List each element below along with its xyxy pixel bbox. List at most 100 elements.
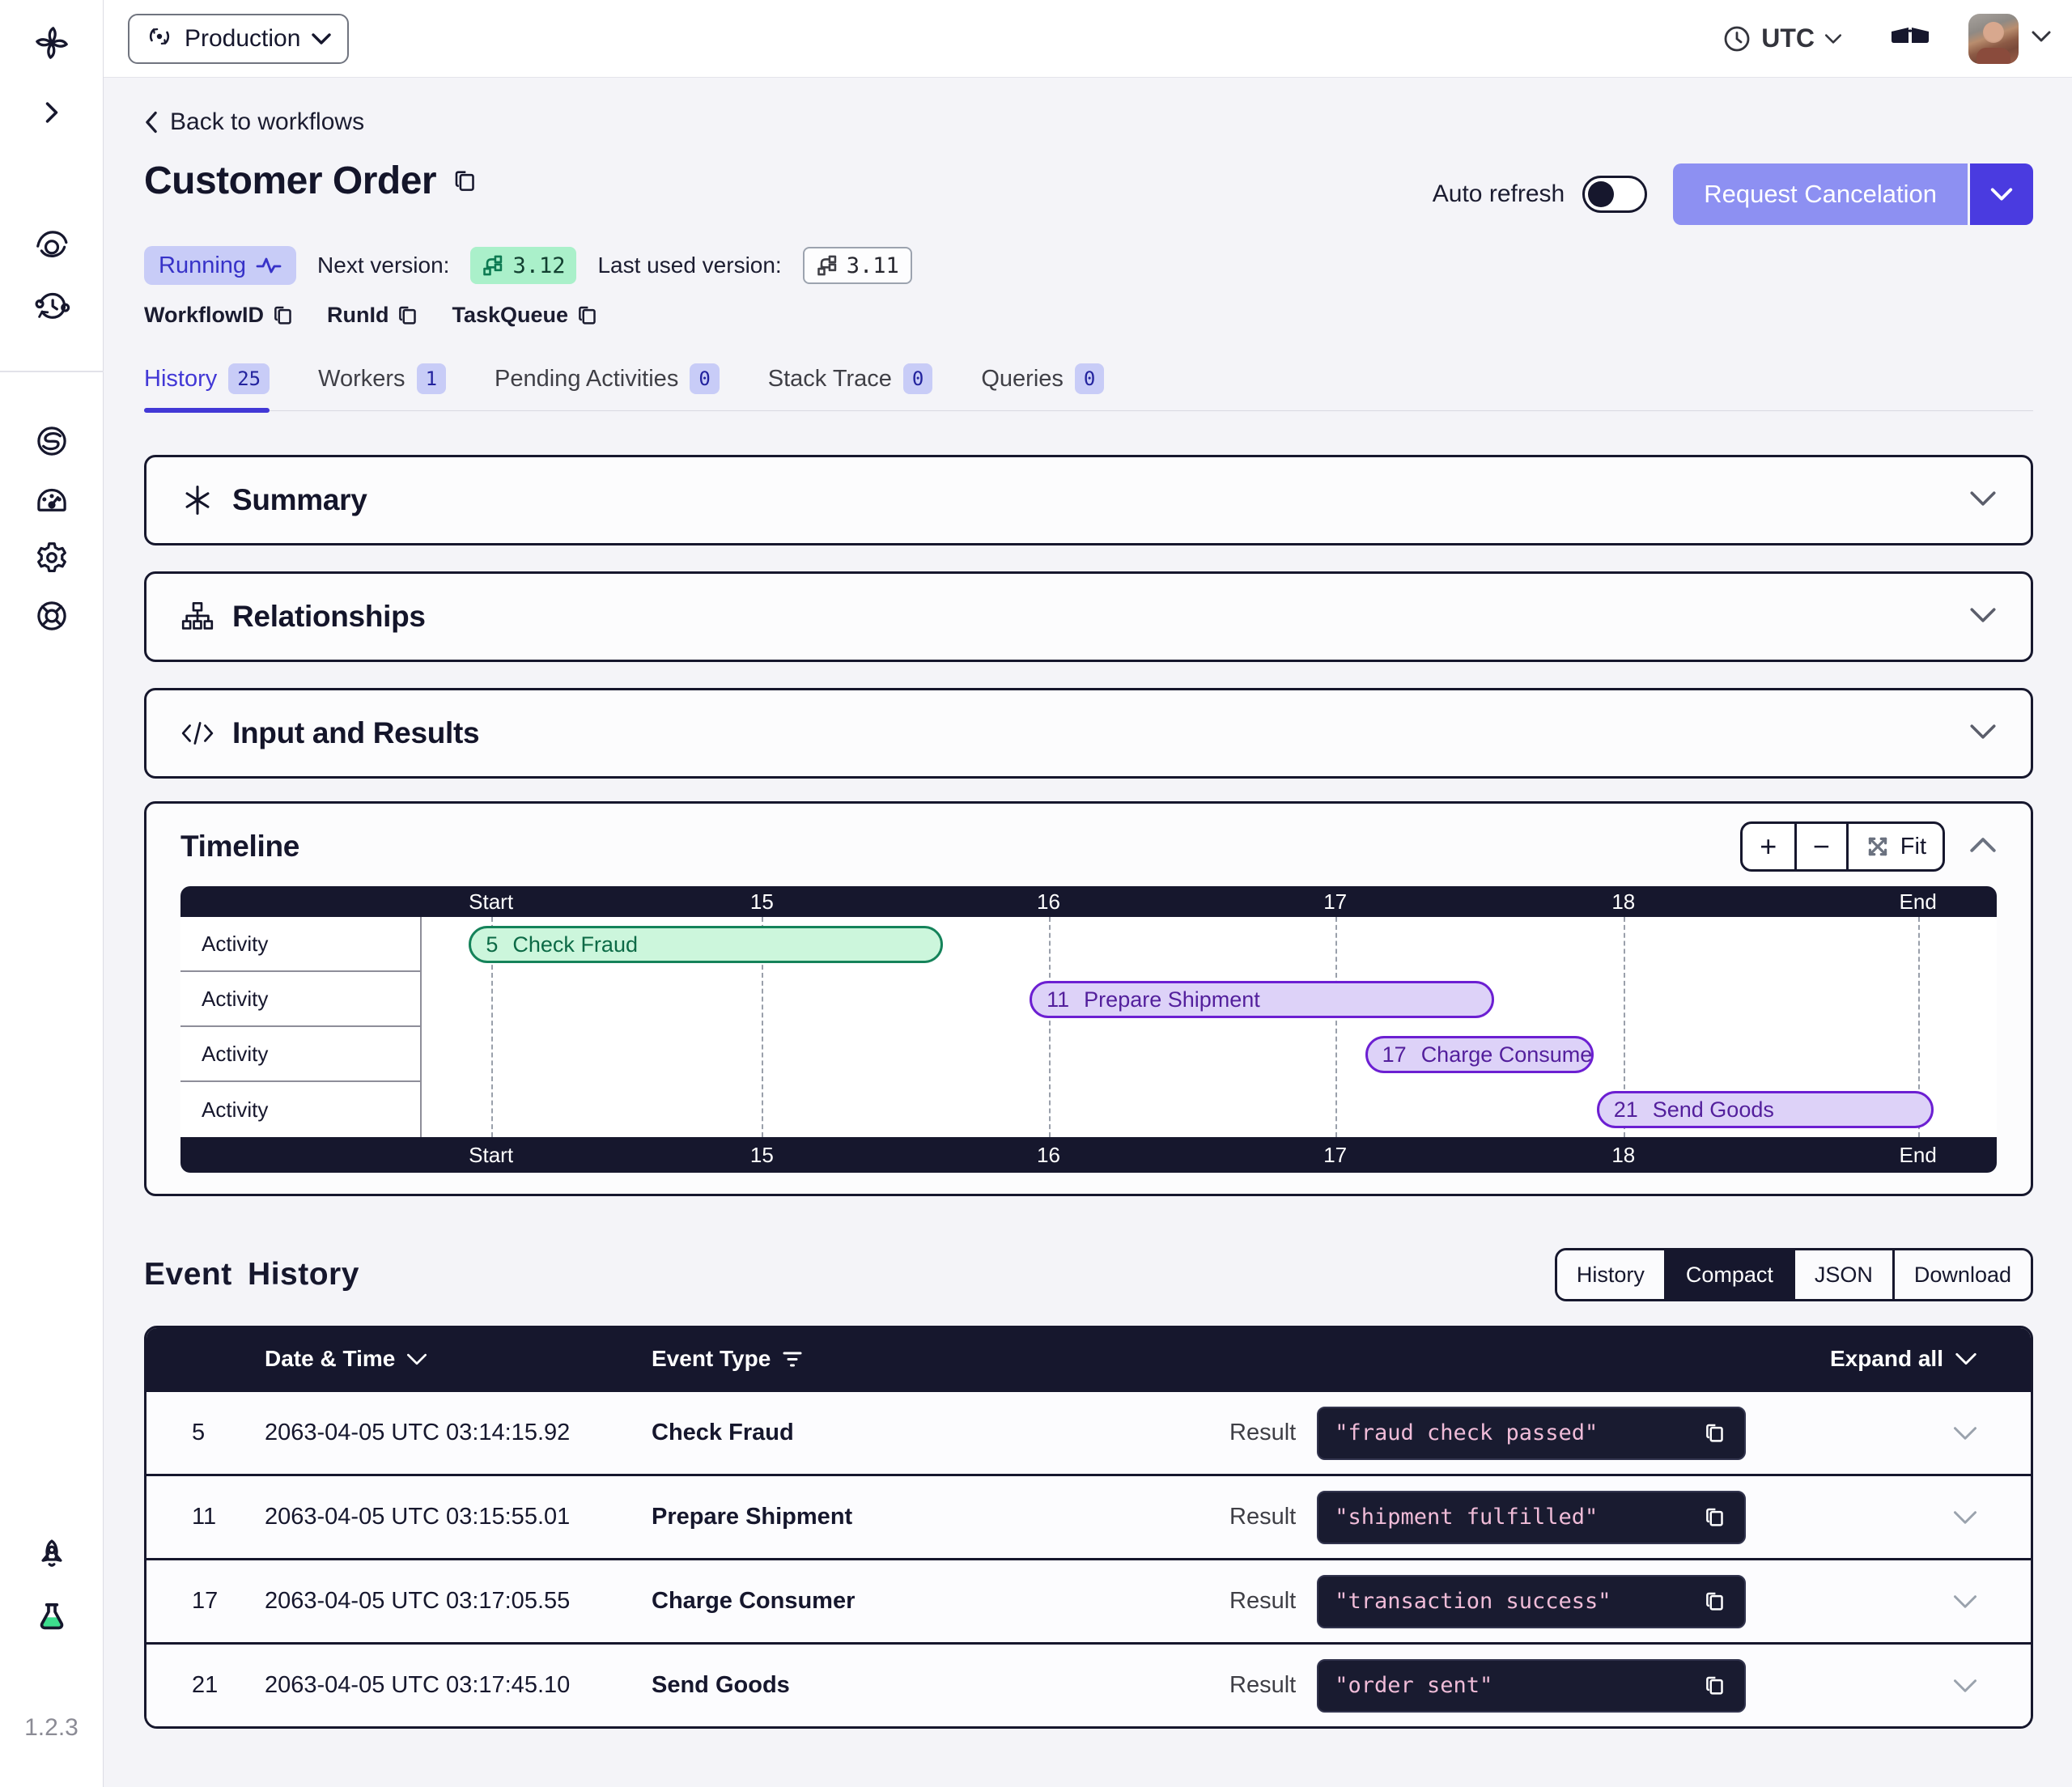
rocket-icon[interactable]: [33, 1538, 70, 1575]
tab-count-badge: 25: [228, 363, 270, 394]
result-code-chip[interactable]: "shipment fulfilled": [1317, 1491, 1746, 1544]
timeline-bar-send-goods[interactable]: 21Send Goods: [1597, 1091, 1934, 1128]
settings-gear-icon[interactable]: [33, 539, 70, 576]
timeline-bar-charge-consumer[interactable]: 17Charge Consumer: [1365, 1036, 1594, 1073]
timezone-selector[interactable]: UTC: [1722, 23, 1842, 53]
last-used-version-label: Last used version:: [597, 253, 781, 278]
tab-workers[interactable]: Workers 1: [318, 363, 446, 410]
tab-count-badge: 1: [417, 363, 446, 394]
tab-queries[interactable]: Queries 0: [981, 363, 1104, 410]
user-avatar[interactable]: [1968, 14, 2019, 64]
git-branch-icon: [482, 254, 504, 277]
event-history-view-modes: HistoryCompactJSONDownload: [1555, 1248, 2033, 1301]
next-version-label: Next version:: [317, 253, 449, 278]
timeline-tick-16: 16: [1037, 1142, 1060, 1168]
collapse-timeline-icon[interactable]: [1969, 836, 1997, 858]
chevron-down-icon: [1969, 490, 1997, 511]
request-cancelation-button[interactable]: Request Cancelation: [1673, 163, 1968, 225]
result-code-chip[interactable]: "order sent": [1317, 1659, 1746, 1713]
sort-by-datetime[interactable]: Date & Time: [265, 1346, 652, 1372]
copy-title-icon[interactable]: [452, 168, 480, 195]
result-code-chip[interactable]: "transaction success": [1317, 1575, 1746, 1628]
expand-all-button[interactable]: Expand all: [1229, 1346, 2031, 1372]
expand-row-chevron-icon[interactable]: [1953, 1678, 1977, 1694]
usage-icon[interactable]: [33, 481, 70, 518]
namespace-selector[interactable]: Production: [128, 14, 349, 64]
view-mode-compact[interactable]: Compact: [1664, 1250, 1793, 1299]
timeline-row-label: Activity: [180, 917, 420, 972]
event-type: Charge Consumer: [652, 1588, 1229, 1615]
view-mode-json[interactable]: JSON: [1793, 1250, 1892, 1299]
namespace-label: Production: [185, 25, 300, 53]
main-content: Back to workflows Customer Order Auto re…: [104, 78, 2072, 1787]
cancel-menu-button[interactable]: [1970, 163, 2033, 225]
fit-button[interactable]: Fit: [1846, 824, 1942, 869]
event-id: 21: [146, 1672, 265, 1699]
view-mode-history[interactable]: History: [1557, 1250, 1664, 1299]
expand-sidebar-icon[interactable]: [33, 94, 70, 131]
asterisk-icon: [180, 484, 214, 516]
clock-icon: [1722, 24, 1751, 53]
event-history-row[interactable]: 17 2063-04-05 UTC 03:17:05.55 Charge Con…: [146, 1558, 2031, 1642]
timeline-tick-17: 17: [1323, 889, 1347, 915]
result-label: Result: [1229, 1672, 1296, 1699]
event-datetime: 2063-04-05 UTC 03:17:05.55: [265, 1588, 652, 1615]
support-icon[interactable]: [33, 597, 70, 635]
hierarchy-icon: [180, 601, 214, 633]
sidebar: 1.2.3: [0, 0, 104, 1787]
tab-pending-activities[interactable]: Pending Activities 0: [495, 363, 720, 410]
git-branch-icon: [816, 254, 839, 277]
expand-row-chevron-icon[interactable]: [1953, 1425, 1977, 1441]
expand-row-chevron-icon[interactable]: [1953, 1509, 1977, 1526]
event-id: 5: [146, 1420, 265, 1446]
filter-icon: [782, 1348, 803, 1369]
timeline-axis-top: Start15161718End: [180, 886, 1997, 917]
view-mode-download[interactable]: Download: [1892, 1250, 2031, 1299]
tab-stack-trace[interactable]: Stack Trace 0: [768, 363, 933, 410]
code-icon: [180, 719, 214, 747]
timeline-zoom-controls: + − Fit: [1740, 821, 1945, 872]
result-label: Result: [1229, 1420, 1296, 1446]
workflows-icon[interactable]: [33, 227, 70, 264]
feedback-glasses-icon[interactable]: [1889, 22, 1931, 55]
section-summary[interactable]: Summary: [144, 455, 2033, 545]
section-relationships[interactable]: Relationships: [144, 571, 2033, 662]
nexus-icon[interactable]: [33, 422, 70, 460]
zoom-in-button[interactable]: +: [1743, 824, 1794, 869]
tab-history[interactable]: History 25: [144, 363, 270, 410]
user-menu-chevron-icon[interactable]: [2032, 30, 2051, 47]
event-history-header: Date & Time Event Type Expand all: [146, 1328, 2031, 1390]
schedules-icon[interactable]: [33, 288, 70, 325]
workflowid-copy[interactable]: WorkflowID: [144, 303, 296, 328]
filter-event-type[interactable]: Event Type: [652, 1346, 1229, 1372]
event-history-row[interactable]: 5 2063-04-05 UTC 03:14:15.92 Check Fraud…: [146, 1390, 2031, 1474]
timeline-chart: Start15161718End ActivityActivityActivit…: [180, 886, 1997, 1173]
workflow-ids-row: WorkflowID RunId TaskQueue: [144, 303, 2033, 328]
temporal-logo-icon[interactable]: [33, 24, 70, 62]
result-label: Result: [1229, 1504, 1296, 1530]
copy-icon[interactable]: [1704, 1674, 1728, 1698]
fit-expand-icon: [1865, 834, 1891, 860]
timeline-bar-check-fraud[interactable]: 5Check Fraud: [469, 926, 943, 963]
expand-row-chevron-icon[interactable]: [1953, 1594, 1977, 1610]
event-history-table: Date & Time Event Type Expand all 5 2063…: [144, 1326, 2033, 1729]
runid-copy[interactable]: RunId: [327, 303, 421, 328]
timeline-bar-prepare-shipment[interactable]: 11Prepare Shipment: [1030, 981, 1494, 1018]
auto-refresh-toggle[interactable]: [1582, 176, 1647, 213]
copy-icon[interactable]: [1704, 1505, 1728, 1530]
taskqueue-copy[interactable]: TaskQueue: [452, 303, 601, 328]
chevron-left-icon: [144, 111, 159, 134]
copy-icon[interactable]: [1704, 1590, 1728, 1614]
timeline-tick-start: Start: [469, 1142, 513, 1168]
event-history-row[interactable]: 21 2063-04-05 UTC 03:17:45.10 Send Goods…: [146, 1642, 2031, 1726]
timeline-tick-17: 17: [1323, 1142, 1347, 1168]
status-badge: Running: [144, 246, 296, 285]
event-history-row[interactable]: 11 2063-04-05 UTC 03:15:55.01 Prepare Sh…: [146, 1474, 2031, 1558]
zoom-out-button[interactable]: −: [1794, 824, 1846, 869]
lab-flask-icon[interactable]: [33, 1599, 70, 1636]
back-to-workflows-link[interactable]: Back to workflows: [144, 108, 364, 136]
result-code-chip[interactable]: "fraud check passed": [1317, 1407, 1746, 1460]
tab-bar: History 25 Workers 1 Pending Activities …: [144, 363, 2033, 411]
copy-icon[interactable]: [1704, 1421, 1728, 1445]
section-input-results[interactable]: Input and Results: [144, 688, 2033, 779]
